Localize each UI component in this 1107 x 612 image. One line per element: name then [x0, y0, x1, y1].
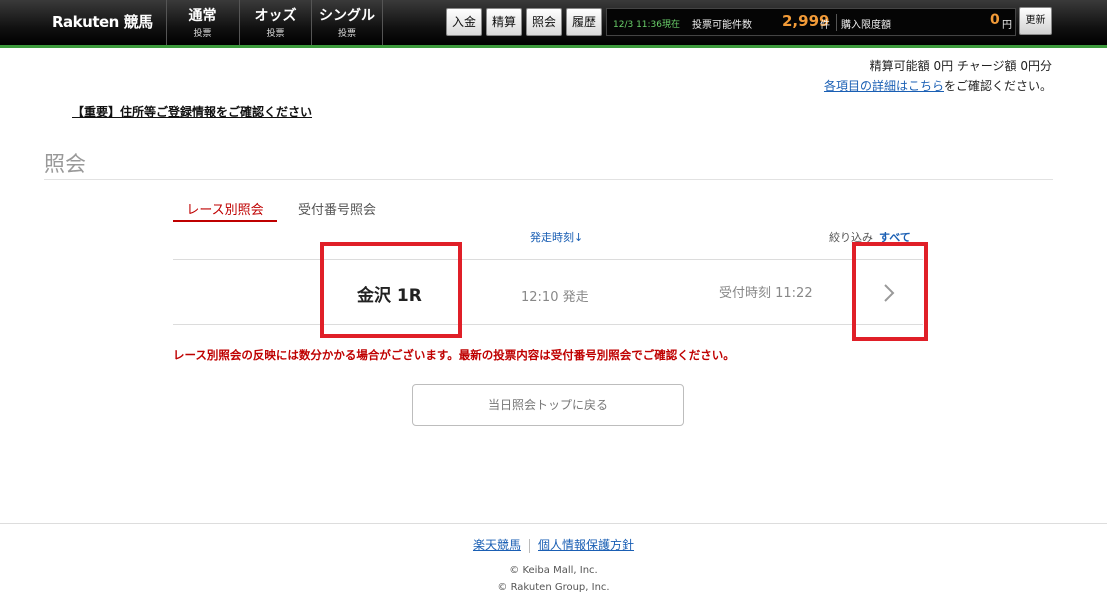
purchase-limit-unit: 円: [1002, 20, 1012, 31]
copyright-keiba-mall: © Keiba Mall, Inc.: [509, 565, 598, 576]
purchase-limit-value: 0: [990, 12, 1000, 28]
vote-count-label: 投票可能件数: [692, 20, 752, 31]
footer-link-rakuten-keiba[interactable]: 楽天競馬: [473, 538, 521, 552]
highlight-box-race-name: [320, 242, 462, 338]
info-divider: [836, 14, 837, 31]
title-divider: [44, 179, 1053, 180]
nav-single-vote[interactable]: シングル 投票: [311, 0, 383, 45]
balance-text: 精算可能額 0円 チャージ額 0円分: [869, 59, 1052, 73]
race-received-time: 受付時刻 11:22: [719, 286, 813, 301]
detail-line: 各項目の詳細はこちらをご確認ください。: [824, 77, 1052, 94]
purchase-limit-label: 購入限度額: [841, 20, 891, 31]
reflection-delay-notice: レース別照会の反映には数分かかる場合がございます。最新の投票内容は受付番号別照会…: [173, 348, 735, 362]
tab-receipt-number-inquiry[interactable]: 受付番号照会: [298, 199, 376, 218]
rakuten-keiba-logo[interactable]: Rakuten 競馬: [52, 11, 153, 32]
nav-single-vote-sub: 投票: [337, 29, 356, 39]
copyright-rakuten-group: © Rakuten Group, Inc.: [497, 582, 610, 593]
nav-normal-vote-label: 通常: [188, 8, 217, 24]
footer-divider: [0, 523, 1107, 524]
highlight-box-chevron: [852, 242, 928, 341]
back-to-inquiry-top-button[interactable]: 当日照会トップに戻る: [412, 384, 684, 426]
nav-odds-vote-sub: 投票: [266, 29, 285, 39]
page-title: 照会: [44, 152, 86, 176]
sort-by-post-time[interactable]: 発走時刻↓: [530, 229, 583, 245]
footer-link-privacy-policy[interactable]: 個人情報保護方針: [538, 538, 634, 552]
nav-normal-vote[interactable]: 通常 投票: [166, 0, 238, 45]
refresh-button[interactable]: 更新: [1019, 7, 1052, 35]
account-info-box: 12/3 11:36現在 投票可能件数 2,999 件 購入限度額 0 円: [606, 8, 1016, 36]
race-post-time: 12:10 発走: [521, 290, 589, 305]
row-divider-bottom: [173, 324, 923, 325]
row-divider-top: [173, 259, 923, 260]
settlement-button[interactable]: 精算: [486, 8, 522, 36]
footer-link-divider: [529, 538, 530, 553]
nav-odds-vote[interactable]: オッズ 投票: [239, 0, 311, 45]
important-notice-link[interactable]: 【重要】住所等ご登録情報をご確認ください: [72, 103, 312, 120]
details-suffix: をご確認ください。: [943, 79, 1052, 93]
details-link[interactable]: 各項目の詳細はこちら: [824, 79, 944, 93]
inquiry-button[interactable]: 照会: [526, 8, 562, 36]
nav-normal-vote-sub: 投票: [193, 29, 212, 39]
top-navigation-bar: Rakuten 競馬 通常 投票 オッズ 投票 シングル 投票 入金 精算 照会…: [0, 0, 1107, 48]
vote-count-unit: 件: [820, 20, 830, 31]
nav-odds-vote-label: オッズ: [254, 8, 297, 24]
nav-single-vote-label: シングル: [319, 8, 375, 24]
tab-race-inquiry[interactable]: レース別照会: [173, 199, 277, 222]
footer-links: 楽天競馬 個人情報保護方針: [0, 536, 1107, 553]
info-timestamp: 12/3 11:36現在: [613, 20, 681, 30]
deposit-button[interactable]: 入金: [446, 8, 482, 36]
history-button[interactable]: 履歴: [566, 8, 602, 36]
